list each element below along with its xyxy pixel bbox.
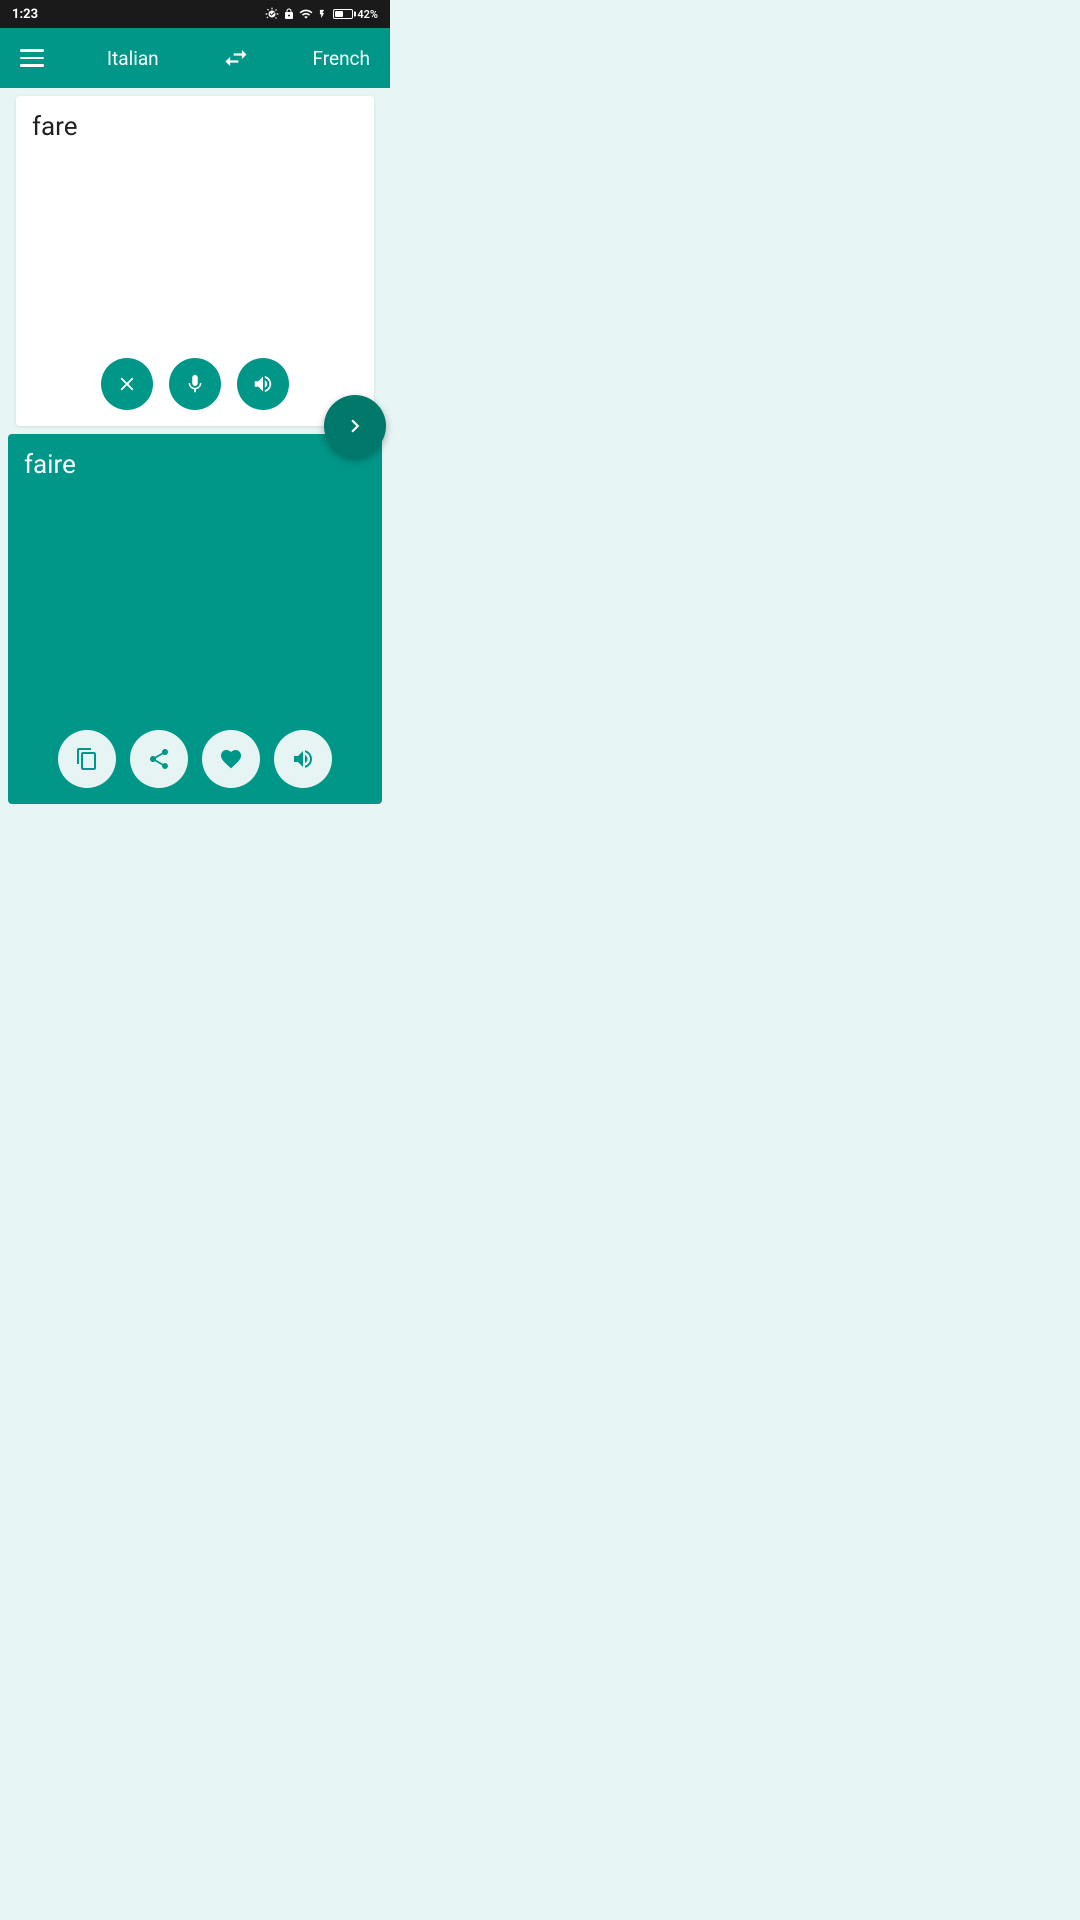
- output-area: faire: [8, 434, 382, 804]
- menu-line-2: [20, 57, 44, 60]
- mic-icon: [184, 373, 206, 395]
- clear-icon: [116, 373, 138, 395]
- status-icons: 42%: [265, 7, 378, 21]
- mic-button[interactable]: [169, 358, 221, 410]
- heart-icon: [219, 747, 243, 771]
- share-button[interactable]: [130, 730, 188, 788]
- alarm-icon: [265, 7, 279, 21]
- translate-button[interactable]: [324, 395, 386, 457]
- app-header: Italian French: [0, 28, 390, 88]
- volume-icon: [252, 373, 274, 395]
- target-language[interactable]: French: [312, 47, 370, 70]
- favorite-button[interactable]: [202, 730, 260, 788]
- send-icon: [342, 413, 368, 439]
- share-icon: [147, 747, 171, 771]
- status-time: 1:23: [12, 7, 38, 22]
- signal-icon: [299, 7, 313, 21]
- speak-input-button[interactable]: [237, 358, 289, 410]
- menu-line-1: [20, 49, 44, 52]
- clear-button[interactable]: [101, 358, 153, 410]
- swap-languages-button[interactable]: [222, 44, 250, 72]
- speak-output-button[interactable]: [274, 730, 332, 788]
- input-controls: [101, 358, 289, 410]
- volume-output-icon: [291, 747, 315, 771]
- lock-icon: [283, 7, 295, 21]
- copy-button[interactable]: [58, 730, 116, 788]
- swap-icon: [222, 44, 250, 72]
- status-bar: 1:23 42%: [0, 0, 390, 28]
- input-area[interactable]: fare: [16, 96, 374, 426]
- menu-line-3: [20, 64, 44, 67]
- output-text: faire: [24, 450, 366, 480]
- menu-button[interactable]: [20, 49, 44, 67]
- battery-pct: 42%: [357, 8, 378, 21]
- output-controls: [58, 730, 332, 788]
- battery-icon: [333, 9, 353, 19]
- copy-icon: [75, 747, 99, 771]
- source-language[interactable]: Italian: [107, 47, 159, 70]
- input-text: fare: [32, 112, 358, 142]
- charging-icon: [317, 7, 327, 21]
